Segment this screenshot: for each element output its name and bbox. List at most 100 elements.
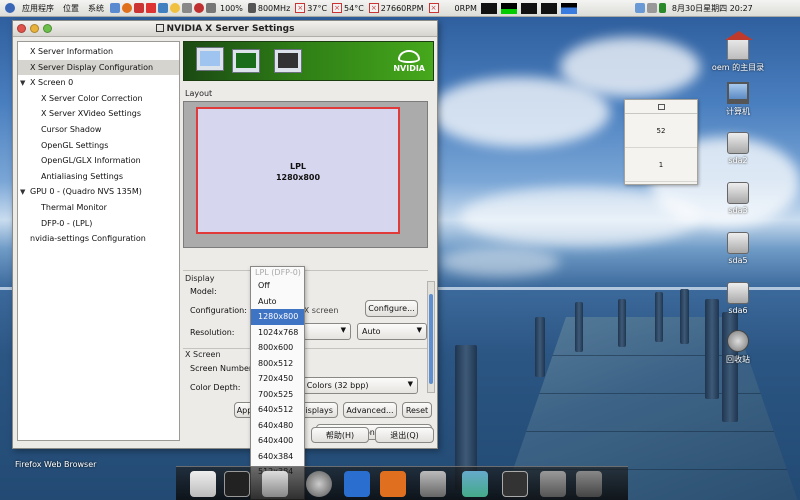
temp-sensor-icon: ×	[332, 3, 343, 13]
gimp-icon[interactable]	[420, 471, 446, 497]
expander-triangle-icon[interactable]: ▼	[20, 185, 30, 201]
scrollbar-thumb[interactable]	[429, 294, 433, 384]
trash-icon[interactable]: 回收站	[708, 330, 768, 365]
resolution-option[interactable]: 1280x800	[251, 309, 304, 325]
terminal-icon[interactable]	[224, 471, 250, 497]
window-icon	[657, 104, 665, 110]
firefox-desktop-label[interactable]: Firefox Web Browser	[15, 460, 96, 469]
tree-item[interactable]: ▼ GPU 0 - (Quadro NVS 135M)	[18, 184, 179, 200]
top-panel: 应用程序 位置 系统 100% 800MHz × 37°C × 54°C × 2766…	[0, 0, 800, 17]
refresh-rate-value: Auto	[362, 327, 381, 336]
resolution-option[interactable]: 640x400	[251, 433, 304, 449]
tree-item[interactable]: Antialiasing Settings	[18, 169, 179, 185]
office-icon[interactable]	[146, 3, 156, 13]
tree-item[interactable]: Cursor Shadow	[18, 122, 179, 138]
resolution-dropdown[interactable]: LPL (DFP-0) Off Auto 1280x800 1024x768 800x6…	[250, 266, 305, 500]
sensor-icon[interactable]	[194, 3, 204, 13]
home-folder-icon[interactable]: oem 的主目录	[708, 31, 768, 73]
tree-item-label: X Server Color Correction	[41, 93, 143, 103]
network-icon[interactable]	[182, 3, 192, 13]
fan-speed-2: 0RPM	[454, 3, 477, 13]
nvidia-settings-window: NVIDIA X Server Settings X Server Inform…	[12, 20, 438, 449]
tree-item[interactable]: OpenGL/GLX Information	[18, 153, 179, 169]
tree-item[interactable]: Thermal Monitor	[18, 200, 179, 216]
tray-icon[interactable]	[634, 3, 645, 13]
resolution-label: Resolution:	[190, 328, 235, 337]
presentation-icon[interactable]	[380, 471, 406, 497]
resolution-combo[interactable]: ▼	[303, 323, 351, 340]
volume-icon[interactable]	[206, 3, 216, 13]
dock	[176, 466, 628, 500]
tree-item[interactable]: OpenGL Settings	[18, 138, 179, 154]
desktop-icon-label: sda5	[728, 256, 748, 265]
system-monitor-icon[interactable]	[502, 471, 528, 497]
writer-icon[interactable]	[344, 471, 370, 497]
quit-button[interactable]: 退出(Q)	[375, 427, 434, 443]
resolution-option[interactable]: 800x512	[251, 356, 304, 372]
temperature-2: 54°C	[344, 3, 364, 13]
disk-graph	[540, 2, 557, 14]
menu-applications[interactable]: 应用程序	[22, 3, 54, 14]
drive-icon[interactable]: sda6	[708, 282, 768, 315]
advanced-button[interactable]: Advanced...	[343, 402, 397, 418]
network-graph	[560, 2, 577, 14]
titlebar[interactable]: NVIDIA X Server Settings	[13, 21, 437, 37]
foot-menu-icon[interactable]	[5, 3, 17, 13]
tree-item[interactable]: X Server Color Correction	[18, 91, 179, 107]
battery-icon[interactable]	[658, 3, 666, 13]
dock-app-icon[interactable]	[576, 471, 602, 497]
fan-sensor-icon: ×	[428, 3, 439, 13]
display-rectangle[interactable]: LPL 1280x800	[196, 107, 400, 234]
weather-icon[interactable]	[170, 3, 180, 13]
tree-item[interactable]: X Server Information	[18, 44, 179, 60]
image-viewer-icon[interactable]	[462, 471, 488, 497]
resolution-option[interactable]: 640x480	[251, 418, 304, 434]
desktop-icon-label: sda3	[728, 206, 748, 215]
clock[interactable]: 8月30日星期四 20:27	[672, 3, 753, 14]
tree-item-label: DFP-0 - (LPL)	[41, 218, 93, 228]
resolution-option[interactable]: 700x525	[251, 387, 304, 403]
tree-item[interactable]: ▼ X Screen 0	[18, 75, 179, 91]
resolution-option[interactable]: 800x600	[251, 340, 304, 356]
cpu-graph	[480, 2, 497, 14]
desktop-icon-label: 计算机	[726, 107, 750, 116]
configure-button[interactable]: Configure...	[365, 300, 418, 317]
fan-sensor-icon: ×	[368, 3, 379, 13]
cpu-freq-icon	[247, 3, 256, 13]
home-icon[interactable]	[190, 471, 216, 497]
launcher-icon[interactable]	[110, 3, 120, 13]
browser-icon[interactable]	[134, 3, 144, 13]
headphones-icon[interactable]	[306, 471, 332, 497]
refresh-rate-combo[interactable]: Auto ▼	[357, 323, 427, 340]
reset-button[interactable]: Reset	[402, 402, 432, 418]
tree-item[interactable]: nvidia-settings Configuration	[18, 231, 179, 247]
tree-item[interactable]: DFP-0 - (LPL)	[18, 216, 179, 232]
temp-sensor-icon: ×	[295, 3, 306, 13]
resolution-option[interactable]: 640x512	[251, 402, 304, 418]
nvidia-logo-text: NVIDIA	[393, 64, 425, 73]
drive-icon[interactable]: sda5	[708, 232, 768, 265]
monitor-icon[interactable]	[262, 471, 288, 497]
help-button[interactable]: 帮助(H)	[311, 427, 369, 443]
expander-triangle-icon[interactable]: ▼	[20, 76, 30, 92]
desktop-icon-label: sda6	[728, 306, 748, 315]
resolution-option[interactable]: 720x450	[251, 371, 304, 387]
content-pane: NVIDIA Layout LPL 1280x800 Display Model…	[183, 41, 435, 446]
tray-icon[interactable]	[646, 3, 657, 13]
resolution-option[interactable]: Auto	[251, 294, 304, 310]
resolution-option[interactable]: Off	[251, 278, 304, 294]
picture-icon[interactable]	[158, 3, 168, 13]
firefox-icon[interactable]	[122, 3, 132, 13]
computer-icon[interactable]: 计算机	[708, 82, 768, 117]
tree-item[interactable]: X Server XVideo Settings	[18, 106, 179, 122]
resolution-option[interactable]: 1024x768	[251, 325, 304, 341]
menu-system[interactable]: 系统	[88, 3, 104, 14]
tree-item[interactable]: X Server Display Configuration	[18, 59, 179, 76]
drive-icon[interactable]: sda3	[708, 182, 768, 215]
dock-app-icon[interactable]	[540, 471, 566, 497]
layout-area[interactable]: LPL 1280x800	[183, 101, 428, 248]
menu-places[interactable]: 位置	[63, 3, 79, 14]
resolution-option[interactable]: 640x384	[251, 449, 304, 465]
drive-icon[interactable]: sda2	[708, 132, 768, 165]
scrollbar[interactable]	[427, 281, 435, 393]
